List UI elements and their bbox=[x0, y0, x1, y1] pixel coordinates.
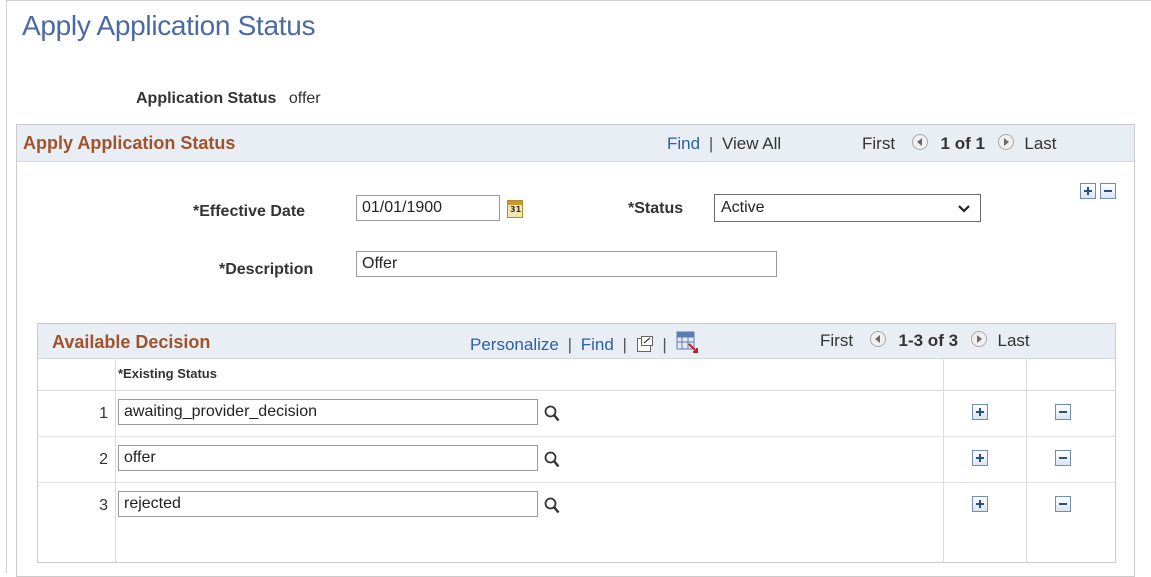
grid-range: 1-3 of 3 bbox=[898, 331, 959, 350]
grid-find-link[interactable]: Find bbox=[581, 335, 614, 354]
delete-row-icon[interactable] bbox=[1055, 496, 1071, 512]
view-all-link[interactable]: View All bbox=[722, 134, 781, 153]
row-number: 3 bbox=[99, 497, 108, 514]
group-title: Apply Application Status bbox=[23, 133, 236, 153]
row-number: 1 bbox=[99, 405, 108, 422]
status-label: *Status bbox=[628, 200, 684, 217]
effective-date-input[interactable] bbox=[356, 195, 500, 221]
next-icon[interactable] bbox=[997, 134, 1014, 150]
existing-status-header: *Existing Status bbox=[118, 366, 217, 381]
zoom-icon[interactable] bbox=[636, 335, 654, 353]
table-row: 2 bbox=[38, 437, 1115, 483]
grid-first-label: First bbox=[820, 331, 854, 350]
search-icon[interactable] bbox=[544, 451, 560, 469]
description-label: *Description bbox=[219, 261, 314, 278]
prev-icon[interactable] bbox=[911, 134, 928, 150]
grid-title: Available Decision bbox=[52, 332, 211, 352]
find-link[interactable]: Find bbox=[667, 134, 700, 153]
delete-row-icon[interactable] bbox=[1100, 183, 1116, 199]
table-row: 1 bbox=[38, 391, 1115, 437]
page-title: Apply Application Status bbox=[22, 10, 316, 41]
group-header: Apply Application Status Find | View All… bbox=[17, 125, 1134, 162]
delete-row-icon[interactable] bbox=[1055, 404, 1071, 420]
application-status-row: Application Status offer bbox=[136, 90, 321, 108]
row-number: 2 bbox=[99, 451, 108, 468]
calendar-icon[interactable]: 31 bbox=[507, 200, 523, 218]
group-nav-links: Find | View All bbox=[667, 134, 781, 154]
existing-status-input[interactable] bbox=[118, 491, 538, 517]
add-row-icon[interactable] bbox=[1080, 183, 1096, 199]
available-decision-grid: Available Decision Personalize | Find | … bbox=[37, 323, 1116, 563]
search-icon[interactable] bbox=[544, 497, 560, 515]
add-row-icon[interactable] bbox=[972, 496, 988, 512]
group-range: 1 of 1 bbox=[940, 134, 985, 153]
frame-left-border bbox=[6, 0, 7, 573]
status-value: Active bbox=[721, 199, 765, 216]
effective-date-label: *Effective Date bbox=[193, 203, 306, 220]
search-icon[interactable] bbox=[544, 405, 560, 423]
group-pager: First 1 of 1 Last bbox=[862, 134, 1057, 154]
application-status-label: Application Status bbox=[136, 90, 277, 107]
status-select[interactable]: Active bbox=[714, 194, 981, 222]
application-status-value: offer bbox=[288, 90, 321, 107]
grid-prev-icon[interactable] bbox=[869, 331, 886, 347]
frame-top-border bbox=[6, 0, 1151, 1]
grid-pager: First 1-3 of 3 Last bbox=[820, 331, 1030, 351]
last-label: Last bbox=[1024, 134, 1057, 153]
grid-next-icon[interactable] bbox=[970, 331, 987, 347]
add-row-icon[interactable] bbox=[972, 450, 988, 466]
description-input[interactable] bbox=[356, 251, 777, 277]
first-label: First bbox=[862, 134, 896, 153]
add-row-icon[interactable] bbox=[972, 404, 988, 420]
chevron-down-icon bbox=[958, 205, 970, 213]
nav-separator: | bbox=[708, 134, 714, 153]
grid-last-label: Last bbox=[997, 331, 1030, 350]
existing-status-input[interactable] bbox=[118, 399, 538, 425]
personalize-link[interactable]: Personalize bbox=[470, 335, 559, 354]
existing-status-input[interactable] bbox=[118, 445, 538, 471]
delete-row-icon[interactable] bbox=[1055, 450, 1071, 466]
column-header-row: *Existing Status bbox=[38, 358, 1115, 391]
grid-download-icon[interactable] bbox=[676, 331, 698, 353]
grid-header: Available Decision Personalize | Find | … bbox=[38, 324, 1115, 359]
grid-tools: Personalize | Find | | bbox=[470, 331, 698, 355]
table-row: 3 bbox=[38, 483, 1115, 528]
apply-status-group: Apply Application Status Find | View All… bbox=[16, 124, 1135, 577]
